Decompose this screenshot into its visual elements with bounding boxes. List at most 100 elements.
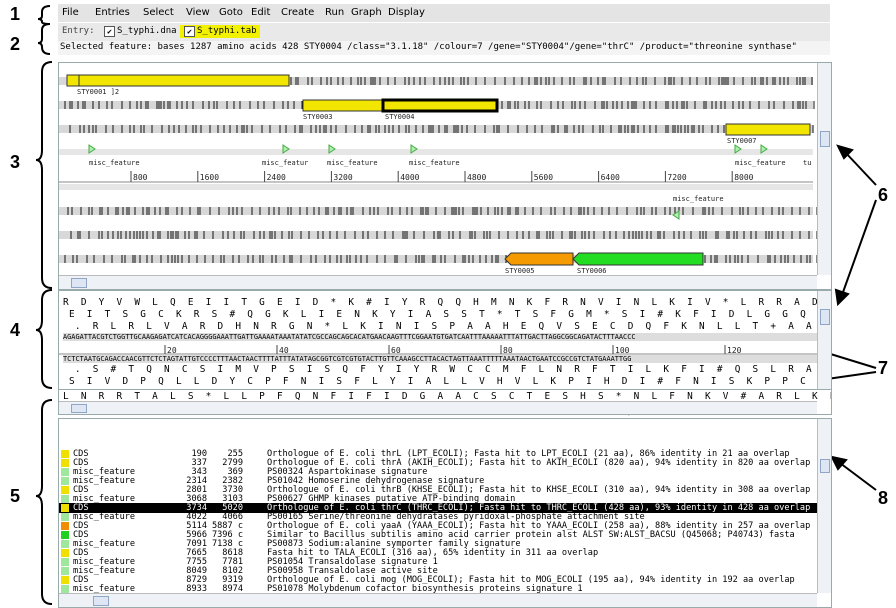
feature-colour-swatch	[61, 468, 69, 476]
sequence-vertical-scrollbar[interactable]	[817, 291, 831, 389]
feature-list-vertical-thumb[interactable]	[820, 459, 830, 473]
sequence-panel-bottom: L N R R T A L S * L L P F Q N F I F I D …	[58, 389, 832, 415]
ruler-tick-label: 7200	[667, 173, 686, 182]
arrow-8	[839, 462, 877, 491]
seq-ruler-tick-label: 100	[615, 346, 630, 355]
feature-colour-swatch	[61, 450, 69, 458]
menu-display[interactable]: Display	[388, 7, 425, 18]
arrow-6b	[841, 199, 877, 296]
feature-list: CDS 190 255 Orthologue of E. coli thrL (LPT…	[59, 449, 817, 593]
overview-horizontal-scrollbar[interactable]	[59, 275, 817, 289]
menu-graph[interactable]: Graph	[351, 7, 382, 18]
feature-colour-swatch	[61, 459, 69, 467]
ruler-tick-label: 8000	[734, 173, 753, 182]
rev-frame-2: S I V D P Q L L D Y C P F N I S F L Y I …	[63, 376, 832, 387]
feature-colour-swatch	[61, 477, 69, 485]
label-misc-7: misc_feature	[673, 195, 724, 203]
cds-sty0007	[725, 123, 811, 136]
entry-bar: Entry: ✔ S_typhi.dna ✔ S_typhi.tab	[58, 23, 830, 41]
cds-sty0003	[302, 99, 384, 112]
feature-list-panel[interactable]: CDS 190 255 Orthologue of E. coli thrL (LPT…	[58, 418, 832, 608]
sequence-panel[interactable]: R D Y V W L Q E I I T G E I D * K # I Y …	[58, 290, 832, 390]
bracket-4	[35, 289, 53, 389]
feature-colour-swatch	[61, 558, 69, 566]
sequence-ruler: 20 40 60 80 100 120	[59, 345, 817, 355]
menu-create[interactable]: Create	[281, 7, 314, 18]
feature-key: misc_feature	[73, 584, 136, 593]
feature-list-vertical-scrollbar[interactable]	[817, 419, 831, 593]
feature-list-horizontal-scrollbar[interactable]	[59, 593, 817, 607]
seq-ruler-tick-label: 80	[503, 346, 513, 355]
selected-feature-bar: Selected feature: bases 1287 amino acids…	[58, 41, 830, 55]
bracket-1	[37, 5, 51, 25]
feature-overview-panel[interactable]: 800 1600 2400 3200 4000 4800 5600 6400 7200 8000 …	[58, 62, 832, 290]
label-sty0006: STY0006	[577, 267, 607, 275]
arrow-6b-head	[834, 288, 850, 307]
label-misc-6: tu	[803, 159, 812, 167]
feature-end: 8974	[222, 584, 243, 593]
ruler-tick-label: 6400	[601, 173, 620, 182]
menu-edit[interactable]: Edit	[251, 7, 270, 18]
menu-file[interactable]: File	[62, 7, 79, 18]
feature-colour-swatch	[61, 504, 69, 512]
overview-vertical-scrollbar[interactable]	[817, 63, 831, 275]
feature-colour-swatch	[61, 549, 69, 557]
overview-horizontal-thumb[interactable]	[71, 278, 87, 288]
overview-vertical-thumb[interactable]	[820, 131, 830, 147]
cds-sty0001	[78, 74, 290, 87]
selected-feature-text: Selected feature: bases 1287 amino acids…	[60, 42, 797, 52]
sequence-horizontal-thumb[interactable]	[71, 404, 87, 413]
label-sty0003: STY0003	[303, 113, 333, 121]
sequence-horizontal-scrollbar[interactable]	[59, 401, 817, 414]
feature-colour-swatch	[61, 486, 69, 494]
sequence-vertical-thumb[interactable]	[820, 309, 830, 325]
ruler-tick-label: 800	[133, 173, 148, 182]
feature-colour-swatch	[61, 576, 69, 584]
misc-track	[59, 149, 813, 155]
ruler-tick-label: 5600	[534, 173, 553, 182]
seq-ruler-tick-label: 20	[167, 346, 177, 355]
cds-sty0002	[66, 74, 80, 87]
feature-colour-swatch	[61, 540, 69, 548]
menu-entries[interactable]: Entries	[95, 7, 130, 18]
feature-row[interactable]: misc_feature 8933 8974 PS01078 Molybdenum c…	[59, 584, 817, 593]
entry-dna-checkbox[interactable]: ✔	[104, 26, 115, 37]
ruler-tick-label: 1600	[200, 173, 219, 182]
menu-goto[interactable]: Goto	[219, 7, 243, 18]
entry-tab-checkbox[interactable]: ✔	[184, 26, 195, 37]
entry-label: Entry:	[62, 26, 95, 36]
ruler-tick-label: 3200	[333, 173, 352, 182]
label-misc-2: misc_featur	[262, 159, 309, 167]
menu-select[interactable]: Select	[143, 7, 174, 18]
feature-list-horizontal-thumb[interactable]	[93, 596, 109, 606]
label-misc-5: misc_feature	[735, 159, 786, 167]
reverse-strand: TCTCTAATGCAGACCAACGTTCTCTAGTATTGTCCCCTTT…	[63, 355, 817, 363]
feature-note: PS01078 Molybdenum cofactor biosynthesis…	[267, 584, 583, 593]
label-sty0007: STY0007	[727, 137, 757, 145]
arrow-6a	[844, 151, 877, 186]
feature-colour-swatch	[61, 495, 69, 503]
entry-dna-name[interactable]: S_typhi.dna	[117, 26, 177, 36]
seq-ruler-tick-label: 120	[727, 346, 742, 355]
feature-start: 8933	[186, 584, 207, 593]
arrow-8-head	[830, 455, 848, 471]
forward-strand: AGAGATTACGTCTGGTTGCAAGAGATCATCACAGGGGAAA…	[63, 333, 817, 341]
seq-ruler-tick-label: 40	[279, 346, 289, 355]
feature-colour-swatch	[61, 531, 69, 539]
cds-sty0005	[504, 252, 574, 266]
fwd-frame-2: E I T S G C K R S # Q G K L I E N K Y I …	[63, 309, 832, 320]
label-misc-1: misc_feature	[89, 159, 140, 167]
entry-tab-name[interactable]: S_typhi.tab	[197, 26, 257, 36]
bracket-3	[35, 61, 53, 289]
feature-colour-swatch	[61, 522, 69, 530]
menu-view[interactable]: View	[186, 7, 210, 18]
feature-colour-swatch	[61, 567, 69, 575]
ruler-tick-label: 4800	[467, 173, 486, 182]
overview-canvas[interactable]: 800 1600 2400 3200 4000 4800 5600 6400 7200 8000	[59, 63, 831, 289]
rev-frame-1: . S # T Q N C S I M V P S I S Q F Y I Y …	[63, 364, 832, 375]
bracket-5	[35, 399, 53, 605]
menu-run[interactable]: Run	[325, 7, 344, 18]
frame-track	[59, 125, 813, 133]
bracket-2	[37, 23, 51, 55]
label-sty0001: STY0001 ]2	[77, 88, 120, 96]
